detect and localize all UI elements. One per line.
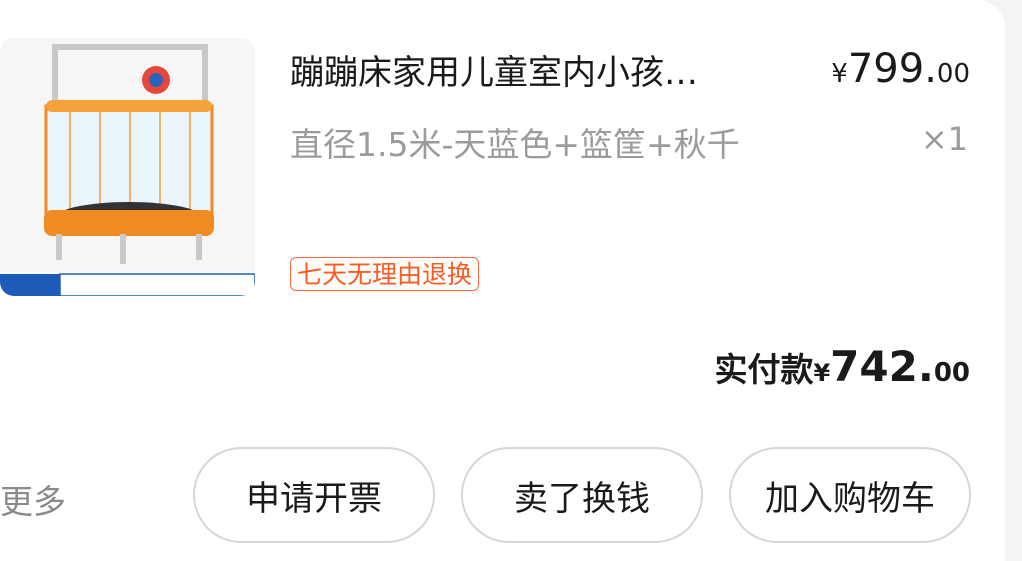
actual-payment: 实付款¥742.00 xyxy=(714,342,970,391)
actual-payment-integer: 742. xyxy=(830,342,934,391)
more-button[interactable]: 更多 xyxy=(0,475,66,523)
page-edge xyxy=(1005,0,1022,561)
add-to-cart-button[interactable]: 加入购物车 xyxy=(729,447,971,543)
product-spec: 直径1.5米-天蓝色+篮筐+秋千 xyxy=(290,125,740,164)
actual-payment-label: 实付款 xyxy=(714,350,814,389)
price-decimal: 00 xyxy=(936,59,970,89)
service-tag: 七天无理由退换 xyxy=(290,257,480,291)
actual-payment-decimal: 00 xyxy=(933,358,970,388)
resell-button[interactable]: 卖了换钱 xyxy=(461,447,703,543)
price-integer: 799. xyxy=(847,46,937,92)
unit-price: ¥799.00 xyxy=(831,46,970,92)
product-title[interactable]: 蹦蹦床家用儿童室内小孩… xyxy=(290,50,780,96)
price-currency: ¥ xyxy=(831,59,848,89)
quantity: ×1 xyxy=(920,120,968,158)
invoice-button[interactable]: 申请开票 xyxy=(193,447,435,543)
product-thumbnail[interactable] xyxy=(0,38,255,296)
actual-payment-currency: ¥ xyxy=(813,359,831,387)
trampoline-image xyxy=(0,38,255,296)
